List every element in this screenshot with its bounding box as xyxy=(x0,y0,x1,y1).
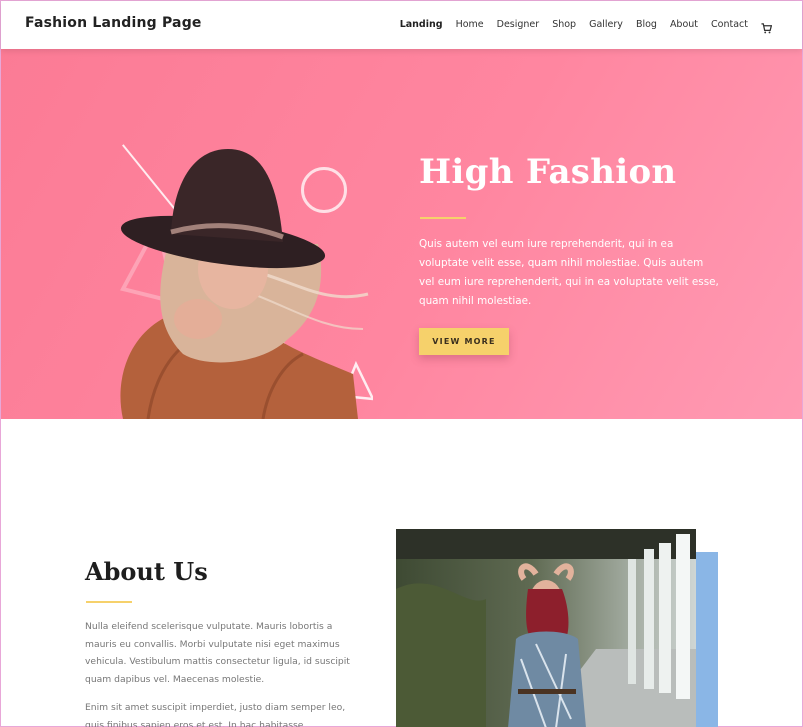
hero-title-underline xyxy=(420,217,466,219)
main-nav: Landing Home Designer Shop Gallery Blog … xyxy=(400,19,773,34)
about-title-underline xyxy=(86,601,132,603)
nav-home[interactable]: Home xyxy=(456,19,484,30)
hero-section: High Fashion Quis autem vel eum iure rep… xyxy=(1,49,802,419)
nav-about[interactable]: About xyxy=(670,19,698,30)
nav-contact[interactable]: Contact xyxy=(711,19,748,30)
nav-blog[interactable]: Blog xyxy=(636,19,657,30)
shopping-cart-icon[interactable] xyxy=(761,19,773,34)
about-paragraph-1: Nulla eleifend scelerisque vulputate. Ma… xyxy=(85,621,350,685)
decorative-blue-block xyxy=(696,552,718,727)
brand-logo[interactable]: Fashion Landing Page xyxy=(25,15,202,31)
about-title: About Us xyxy=(85,557,208,586)
nav-designer[interactable]: Designer xyxy=(497,19,540,30)
model-with-hat-image xyxy=(120,149,373,419)
site-header: Fashion Landing Page Landing Home Design… xyxy=(1,1,802,49)
hero-description: Quis autem vel eum iure reprehenderit, q… xyxy=(419,238,719,307)
nav-shop[interactable]: Shop xyxy=(552,19,576,30)
about-photo xyxy=(396,529,696,727)
hero-title: High Fashion xyxy=(419,152,677,192)
view-more-button[interactable]: VIEW MORE xyxy=(419,328,509,355)
nav-gallery[interactable]: Gallery xyxy=(589,19,623,30)
nav-landing[interactable]: Landing xyxy=(400,19,443,30)
about-paragraph-2: Enim sit amet suscipit imperdiet, justo … xyxy=(85,702,346,727)
